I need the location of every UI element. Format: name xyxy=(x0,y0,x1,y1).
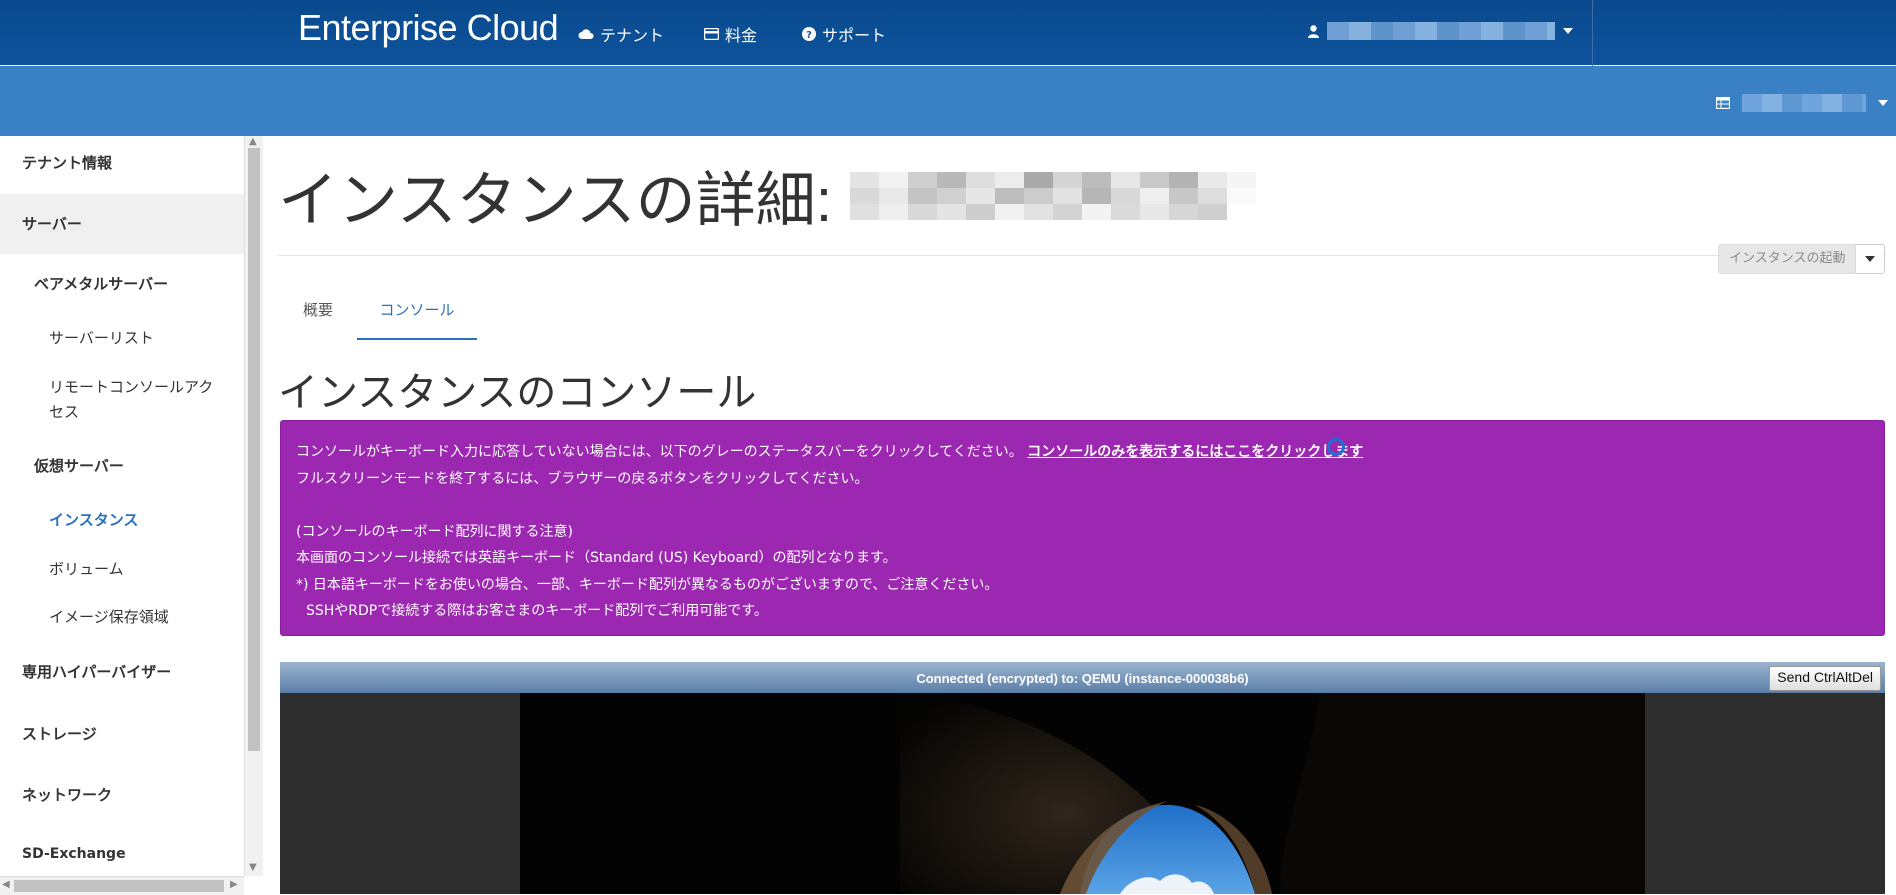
top-navbar: Enterprise Cloud テナント 料金 ? サポート xyxy=(0,0,1896,66)
mouse-cursor-icon xyxy=(1327,438,1345,456)
user-menu[interactable] xyxy=(1308,22,1573,40)
nav-tenant[interactable]: テナント xyxy=(578,22,664,46)
scroll-down-icon[interactable]: ▼ xyxy=(249,862,257,873)
tab-overview[interactable]: 概要 xyxy=(280,290,356,340)
console-status-bar[interactable]: Connected (encrypted) to: QEMU (instance… xyxy=(280,662,1885,693)
sidebar-item-sd-exchange[interactable]: SD-Exchange xyxy=(22,846,126,862)
brand-logo[interactable]: Enterprise Cloud xyxy=(298,7,559,49)
send-ctrl-alt-del-button[interactable]: Send CtrlAltDel xyxy=(1769,666,1881,691)
sidebar-item-dedicated-hypervisor[interactable]: 専用ハイパーバイザー xyxy=(22,661,171,682)
nav-pricing-label: 料金 xyxy=(725,26,758,45)
console-notice: コンソールがキーボード入力に応答していない場合には、以下のグレーのステータスバー… xyxy=(280,420,1885,636)
page-title-text: インスタンスの詳細: xyxy=(278,167,833,234)
notice-line-6: *) 日本語キーボードをお使いの場合、一部、キーボード配列が異なるものがございま… xyxy=(296,576,999,593)
notice-line-4: (コンソールのキーボード配列に関する注意) xyxy=(296,523,573,540)
desktop-wallpaper-image xyxy=(520,693,1645,894)
launch-instance-button[interactable]: インスタンスの起動 xyxy=(1718,244,1857,274)
sidebar-item-storage[interactable]: ストレージ xyxy=(22,723,97,744)
notice-line-7: SSHやRDPで接続する際はお客さまのキーボード配列でご利用可能です。 xyxy=(306,603,768,619)
sidebar-item-virtual-server[interactable]: 仮想サーバー xyxy=(34,455,124,476)
sidebar-item-server[interactable]: サーバー xyxy=(22,213,82,234)
scrollbar-thumb[interactable] xyxy=(248,148,260,751)
sidebar-item-tenant-info[interactable]: テナント情報 xyxy=(22,152,112,173)
cloud-icon xyxy=(578,29,594,39)
chevron-down-icon xyxy=(1563,28,1573,34)
sidebar-item-network[interactable]: ネットワーク xyxy=(22,784,112,805)
navbar-divider xyxy=(1592,0,1593,66)
actions-dropdown-toggle[interactable] xyxy=(1856,244,1886,274)
tab-console[interactable]: コンソール xyxy=(357,290,477,340)
sidebar-item-remote-console-cont[interactable]: セス xyxy=(49,401,79,422)
sidebar: テナント情報 サーバー ベアメタルサーバー サーバーリスト リモートコンソールア… xyxy=(0,136,245,876)
title-divider xyxy=(278,255,1886,256)
context-bar xyxy=(0,66,1896,136)
console-screen[interactable] xyxy=(520,693,1645,894)
chevron-down-icon xyxy=(1878,100,1888,106)
username-redacted xyxy=(1327,22,1555,40)
scroll-up-icon[interactable]: ▲ xyxy=(249,136,257,147)
notice-text: コンソールがキーボード入力に応答していない場合には、以下のグレーのステータスバー… xyxy=(296,444,1023,460)
sidebar-item-remote-console[interactable]: リモートコンソールアク xyxy=(49,376,213,397)
scroll-left-icon[interactable]: ◀ xyxy=(2,879,10,890)
instance-name-redacted xyxy=(850,171,1257,220)
notice-line-5: 本画面のコンソール接続では英語キーボード（Standard (US) Keybo… xyxy=(296,550,897,566)
instance-actions[interactable]: インスタンスの起動 xyxy=(1718,244,1886,274)
nav-tenant-label: テナント xyxy=(600,26,665,45)
credit-card-icon xyxy=(704,28,719,40)
sidebar-item-baremetal[interactable]: ベアメタルサーバー xyxy=(34,273,168,294)
notice-line-1: コンソールがキーボード入力に応答していない場合には、以下のグレーのステータスバー… xyxy=(296,439,1869,466)
sidebar-horizontal-scrollbar[interactable]: ◀ ▶ xyxy=(0,876,244,895)
table-icon xyxy=(1716,97,1730,109)
nav-pricing[interactable]: 料金 xyxy=(704,22,757,46)
question-circle-icon: ? xyxy=(802,27,816,41)
svg-text:?: ? xyxy=(806,30,812,41)
notice-line-3 xyxy=(296,492,1869,519)
console-only-link[interactable]: コンソールのみを表示するにはここをクリックします xyxy=(1027,444,1363,460)
nav-support[interactable]: ? サポート xyxy=(802,22,886,46)
scrollbar-thumb[interactable] xyxy=(14,880,224,892)
chevron-down-icon xyxy=(1865,256,1876,262)
sidebar-item-server-list[interactable]: サーバーリスト xyxy=(49,327,154,348)
notice-line-2: フルスクリーンモードを終了するには、ブラウザーの戻るボタンをクリックしてください… xyxy=(296,470,869,487)
region-selector[interactable] xyxy=(1716,94,1888,112)
nav-support-label: サポート xyxy=(822,26,887,45)
sidebar-item-instances[interactable]: インスタンス xyxy=(49,509,138,530)
user-icon xyxy=(1308,24,1319,38)
section-title: インスタンスのコンソール xyxy=(278,371,757,415)
console-status-text: Connected (encrypted) to: QEMU (instance… xyxy=(916,671,1249,686)
sidebar-item-image-storage[interactable]: イメージ保存領域 xyxy=(49,606,169,627)
scroll-right-icon[interactable]: ▶ xyxy=(230,879,238,890)
sidebar-item-volumes[interactable]: ボリューム xyxy=(49,558,124,579)
project-name-redacted xyxy=(1742,94,1866,112)
page-title: インスタンスの詳細: xyxy=(278,152,1257,239)
sidebar-vertical-scrollbar[interactable]: ▲ ▼ xyxy=(244,136,263,876)
vnc-console[interactable]: Connected (encrypted) to: QEMU (instance… xyxy=(280,662,1885,894)
